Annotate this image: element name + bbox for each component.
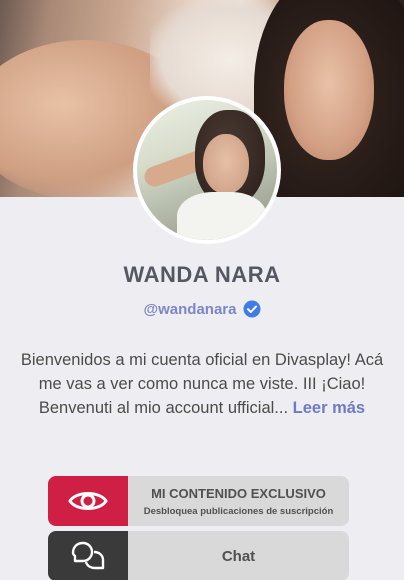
profile-name: WANDA NARA	[123, 262, 281, 287]
profile-bio: Bienvenidos a mi cuenta oficial en Divas…	[14, 348, 390, 420]
avatar-image	[137, 100, 277, 240]
chat-bubbles-icon	[48, 531, 128, 580]
exclusive-title: MI CONTENIDO EXCLUSIVO	[151, 485, 326, 501]
verified-icon	[243, 300, 261, 318]
exclusive-subtitle: Desbloquea publicaciones de suscripción	[143, 505, 334, 517]
eye-icon	[48, 476, 128, 526]
chat-button[interactable]: Chat	[48, 531, 349, 580]
handle-row: @wandanara	[0, 300, 404, 318]
avatar[interactable]	[133, 96, 281, 244]
read-more-link[interactable]: Leer más	[293, 399, 365, 417]
exclusive-content-button[interactable]: MI CONTENIDO EXCLUSIVO Desbloquea public…	[48, 476, 349, 526]
profile-handle: @wandanara	[143, 300, 237, 318]
chat-label: Chat	[221, 547, 256, 565]
